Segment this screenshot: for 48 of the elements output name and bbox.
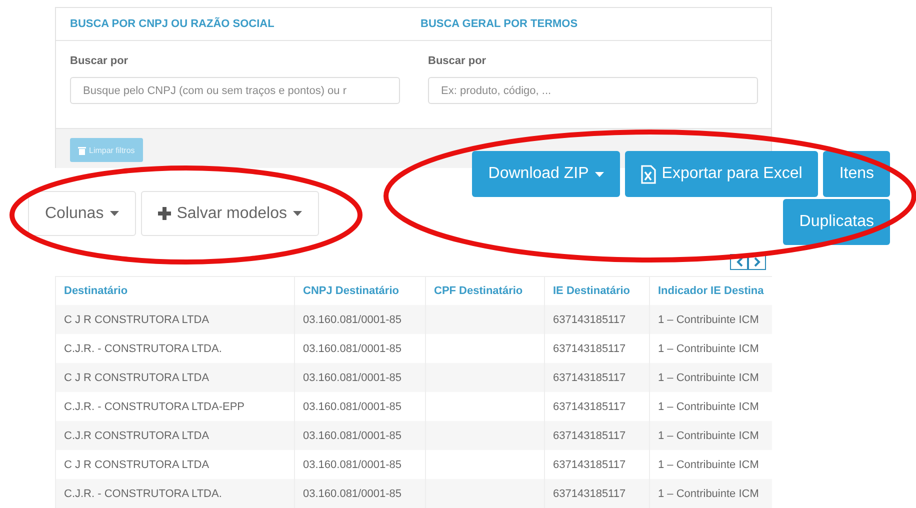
table-cell: C J R CONSTRUTORA LTDA (64, 314, 210, 326)
trash-icon (78, 146, 86, 154)
table-cell: 1 – Contribuinte ICM (658, 372, 759, 384)
field-label: Buscar por (428, 55, 486, 67)
table-cell: C J R CONSTRUTORA LTDA (64, 458, 210, 470)
search-field[interactable]: Busque pelo CNPJ (com ou sem traços e pontos) ou r (70, 77, 400, 104)
plus-icon (158, 207, 171, 220)
table-cell: 637143185117 (553, 342, 626, 354)
table-cell: 1 – Contribuinte ICM (658, 314, 759, 326)
table-cell: 637143185117 (553, 430, 626, 442)
caret-icon (292, 211, 302, 216)
search-field[interactable]: Ex: produto, código, ... (428, 77, 758, 104)
toolbar-button[interactable]: Itens (823, 151, 890, 197)
table-cell: C.J.R. - CONSTRUTORA LTDA. (64, 488, 222, 500)
chevron-right-icon (754, 257, 760, 267)
table-cell: 03.160.081/0001-85 (303, 342, 402, 354)
table-cell: C.J.R CONSTRUTORA LTDA (64, 430, 210, 442)
table-cell: 1 – Contribuinte ICM (658, 342, 759, 354)
section-title: BUSCA GERAL POR TERMOS (420, 18, 579, 30)
table-cell: C.J.R. - CONSTRUTORA LTDA-EPP (64, 400, 245, 412)
toolbar-button[interactable]: Colunas (28, 191, 136, 236)
caret-icon (110, 211, 119, 216)
table-cell: 1 – Contribuinte ICM (658, 458, 759, 470)
caret-icon (594, 172, 604, 176)
table-cell: 03.160.081/0001-85 (303, 458, 402, 470)
table-cell: 637143185117 (553, 400, 626, 412)
chevron-left-icon (736, 257, 742, 267)
field-label: Buscar por (70, 55, 128, 67)
table-cell: 03.160.081/0001-85 (303, 314, 402, 326)
table-cell: 637143185117 (553, 372, 626, 384)
table-cell: 03.160.081/0001-85 (303, 488, 402, 500)
toolbar-button[interactable]: Exportar para Excel (624, 151, 818, 197)
table-cell: C.J.R. - CONSTRUTORA LTDA. (64, 342, 222, 354)
table-cell: 637143185117 (553, 458, 626, 470)
table-cell: C J R CONSTRUTORA LTDA (64, 372, 210, 384)
table-cell: 1 – Contribuinte ICM (658, 430, 759, 442)
table-cell: 1 – Contribuinte ICM (658, 488, 759, 500)
excel-file-icon (640, 164, 656, 184)
section-title: BUSCA POR CNPJ OU RAZÃO SOCIAL (70, 18, 276, 30)
table-cell: 03.160.081/0001-85 (303, 430, 402, 442)
toolbar-button[interactable]: Download ZIP (472, 151, 620, 197)
table-cell: 637143185117 (553, 488, 626, 500)
table-cell: 03.160.081/0001-85 (303, 372, 402, 384)
table-cell: 03.160.081/0001-85 (303, 400, 402, 412)
toolbar-button[interactable]: Duplicatas (783, 199, 890, 245)
table-cell: 637143185117 (553, 314, 626, 326)
toolbar-button[interactable]: Salvar modelos (140, 191, 319, 236)
table-cell: 1 – Contribuinte ICM (658, 400, 759, 412)
